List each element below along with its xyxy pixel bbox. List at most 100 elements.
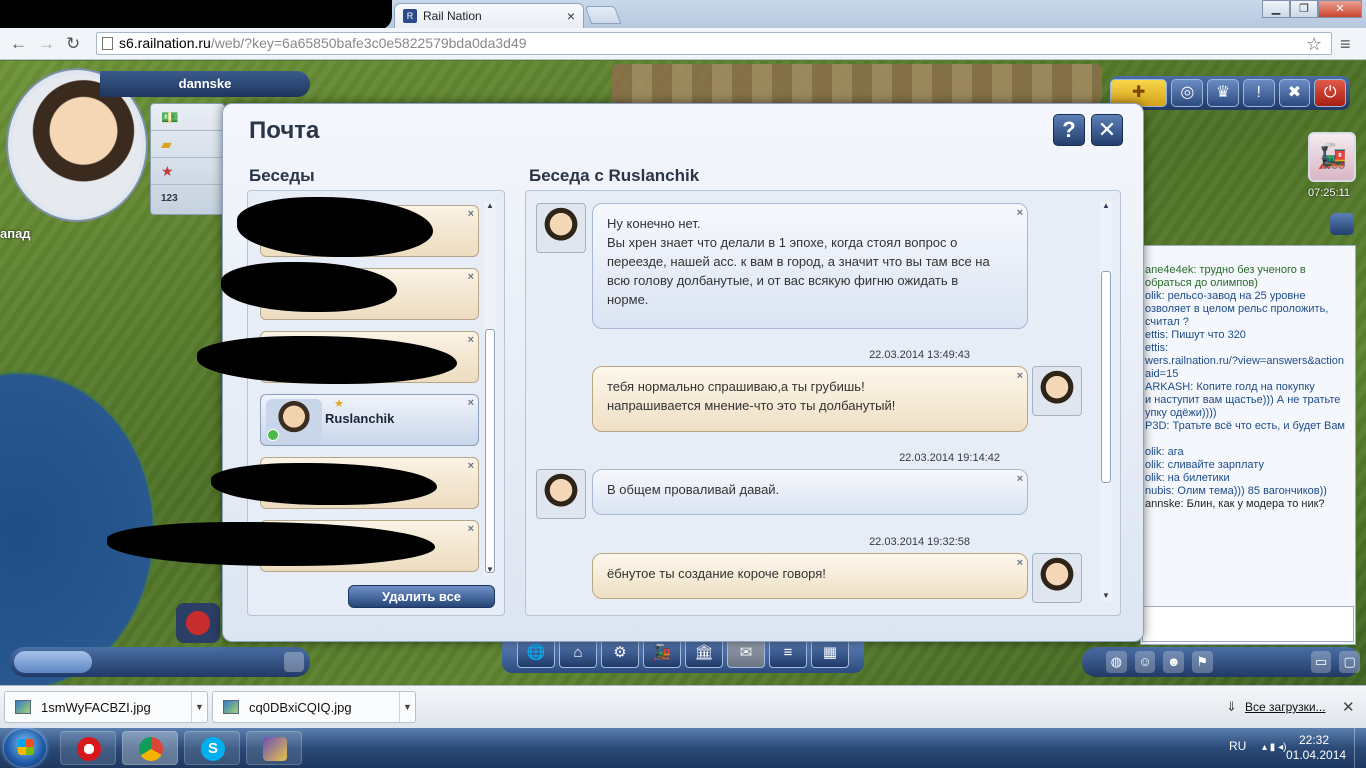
taskbar-app-skype[interactable]: S bbox=[184, 731, 240, 765]
new-tab-button[interactable] bbox=[584, 6, 622, 24]
chat-line: обраться до олимпов) bbox=[1145, 277, 1258, 289]
mail-icon[interactable]: ✉ bbox=[727, 638, 765, 668]
station-icon[interactable]: ⌂ bbox=[559, 638, 597, 668]
train-list-button[interactable] bbox=[14, 651, 92, 673]
chat-line[interactable]: wers.railnation.ru/?view=answers&action bbox=[1145, 355, 1351, 368]
tools-icon[interactable]: ✖ bbox=[1278, 79, 1311, 107]
conversation-delete-icon[interactable]: × bbox=[468, 460, 474, 472]
reload-icon[interactable]: ↻ bbox=[66, 34, 80, 54]
scroll-up-arrow-icon[interactable]: ▲ bbox=[484, 201, 496, 210]
keyboard-language[interactable]: RU bbox=[1229, 739, 1246, 753]
ranking-icon[interactable]: 123 bbox=[151, 185, 224, 212]
message-delete-icon[interactable]: × bbox=[1017, 367, 1023, 386]
download-item[interactable]: 1smWyFACBZI.jpg ▼ bbox=[4, 691, 208, 723]
scroll-down-arrow-icon[interactable]: ▼ bbox=[1100, 591, 1112, 600]
conversation-delete-icon[interactable]: × bbox=[468, 271, 474, 283]
scroll-thumb[interactable] bbox=[485, 329, 495, 573]
all-downloads-link[interactable]: Все загрузки... bbox=[1245, 700, 1326, 714]
tray-icons[interactable]: ▴ ▮ ◂) bbox=[1262, 742, 1286, 753]
trophy-icon[interactable]: ♛ bbox=[1207, 79, 1239, 107]
chevron-down-icon[interactable]: ▼ bbox=[399, 692, 415, 722]
alert-icon[interactable]: ! bbox=[1242, 79, 1275, 107]
help-button[interactable]: ? bbox=[1053, 114, 1085, 146]
maximize-button[interactable]: ❐ bbox=[1290, 0, 1318, 18]
chat-tabs-bar: ◍ ☺ ☻ ⚑ ▭ ▢ bbox=[1082, 647, 1361, 677]
tab-close-icon[interactable]: × bbox=[567, 8, 575, 24]
taskbar-app-chrome[interactable] bbox=[122, 731, 178, 765]
chat-input[interactable] bbox=[1142, 606, 1354, 642]
support-icon[interactable]: ◎ bbox=[1171, 79, 1204, 107]
person-icon[interactable]: ☺ bbox=[1134, 651, 1156, 673]
back-arrow-icon[interactable]: ← bbox=[10, 34, 27, 54]
chat-maximize-icon[interactable]: ▢ bbox=[1339, 651, 1361, 673]
money-icon[interactable]: 💵 bbox=[151, 104, 224, 131]
gold-icon[interactable]: ▰ bbox=[151, 131, 224, 158]
conversation-delete-icon[interactable]: × bbox=[468, 334, 474, 346]
chat-line[interactable]: aid=15 bbox=[1145, 368, 1351, 381]
conversation-delete-icon[interactable]: × bbox=[468, 397, 474, 409]
engine-icon[interactable]: ⚙ bbox=[601, 638, 639, 668]
group-icon[interactable]: ☻ bbox=[1163, 651, 1185, 673]
association-icon[interactable]: 🏛 bbox=[685, 638, 723, 668]
my-avatar bbox=[1032, 366, 1082, 416]
train-event-icon[interactable]: 🚂 bbox=[1308, 132, 1356, 182]
window-toggle-icon[interactable] bbox=[284, 652, 304, 672]
message-date: 22.03.2014 19:32:58 bbox=[869, 536, 970, 548]
globe-icon[interactable]: ◍ bbox=[1106, 651, 1127, 673]
chevron-down-icon[interactable]: ▼ bbox=[191, 692, 207, 722]
statistics-grid-icon[interactable]: ▦ bbox=[811, 638, 849, 668]
conversation-delete-icon[interactable]: × bbox=[468, 208, 474, 220]
message-line: всю голову долбанутые, и от вас всякую ф… bbox=[607, 273, 959, 288]
prestige-icon[interactable]: ★ bbox=[151, 158, 224, 185]
image-file-icon bbox=[223, 700, 239, 714]
rankings-list-icon[interactable]: ≡ bbox=[769, 638, 807, 668]
redacted-region bbox=[0, 0, 392, 30]
taskbar-app-opera[interactable] bbox=[60, 731, 116, 765]
mail-title: Почта bbox=[249, 117, 320, 144]
thread-scrollbar[interactable]: ▲ ▼ bbox=[1100, 201, 1112, 601]
flag-icon[interactable]: ⚑ bbox=[1192, 651, 1213, 673]
bookmark-star-icon[interactable]: ☆ bbox=[1306, 34, 1322, 55]
rail-nation-favicon-icon: R bbox=[403, 9, 417, 23]
page-icon bbox=[102, 37, 113, 50]
start-button[interactable] bbox=[4, 729, 46, 767]
taskbar-app-paint[interactable] bbox=[246, 731, 302, 765]
address-bar-input[interactable]: s6.railnation.ru/web/?key=6a65850bafe3c0… bbox=[96, 32, 1332, 55]
forward-arrow-icon[interactable]: → bbox=[38, 34, 55, 54]
download-item[interactable]: cq0DBxiCQIQ.jpg ▼ bbox=[212, 691, 416, 723]
trains-icon[interactable]: 🚂 bbox=[643, 638, 681, 668]
mail-close-button[interactable]: ✕ bbox=[1091, 114, 1123, 146]
window-close-button[interactable]: ✕ bbox=[1318, 0, 1362, 18]
chat-line: ARKASH: Копите голд на покупку bbox=[1145, 381, 1315, 393]
conversation-item-ruslanchik[interactable]: ★ Ruslanchik × bbox=[260, 394, 479, 446]
downloads-close-icon[interactable]: ✕ bbox=[1342, 698, 1355, 716]
show-desktop-button[interactable] bbox=[1354, 728, 1366, 768]
message-delete-icon[interactable]: × bbox=[1017, 470, 1023, 489]
download-arrow-icon: ⇓ bbox=[1226, 699, 1237, 714]
map-globe-icon[interactable]: 🌐 bbox=[517, 638, 555, 668]
delete-all-button[interactable]: Удалить все bbox=[348, 585, 495, 608]
conversation-delete-icon[interactable]: × bbox=[468, 523, 474, 535]
skype-icon: S bbox=[201, 737, 225, 761]
message-delete-icon[interactable]: × bbox=[1017, 554, 1023, 573]
conversation-scrollbar[interactable]: ▲ ▼ bbox=[484, 201, 496, 575]
logout-power-icon[interactable]: ⏻ bbox=[1314, 79, 1346, 107]
scroll-up-arrow-icon[interactable]: ▲ bbox=[1100, 201, 1112, 210]
opera-icon bbox=[77, 737, 101, 761]
worker-badge-icon[interactable] bbox=[176, 603, 220, 643]
browser-tab-rail-nation[interactable]: R Rail Nation × bbox=[394, 3, 584, 28]
chat-window-toggle-button[interactable] bbox=[1330, 213, 1354, 235]
paint-icon bbox=[263, 737, 287, 761]
conversation-thread: × Ну конечно нет. Вы хрен знает что дела… bbox=[525, 190, 1121, 616]
scroll-thumb[interactable] bbox=[1101, 271, 1111, 483]
resources-panel: 💵 ▰ ★ 123 bbox=[150, 103, 225, 215]
taskbar-clock[interactable]: 22:32 01.04.2014 bbox=[1286, 733, 1346, 763]
scroll-down-arrow-icon[interactable]: ▼ bbox=[484, 565, 496, 574]
message-delete-icon[interactable]: × bbox=[1017, 204, 1023, 223]
message-line: норме. bbox=[607, 292, 649, 307]
region-label: апад bbox=[0, 226, 31, 241]
minimize-button[interactable]: ▁ bbox=[1262, 0, 1290, 18]
chat-minimize-icon[interactable]: ▭ bbox=[1310, 651, 1332, 673]
chat-line: и наступит вам щастье))) А не тратьте bbox=[1145, 394, 1341, 406]
chrome-menu-icon[interactable]: ≡ bbox=[1340, 34, 1351, 55]
